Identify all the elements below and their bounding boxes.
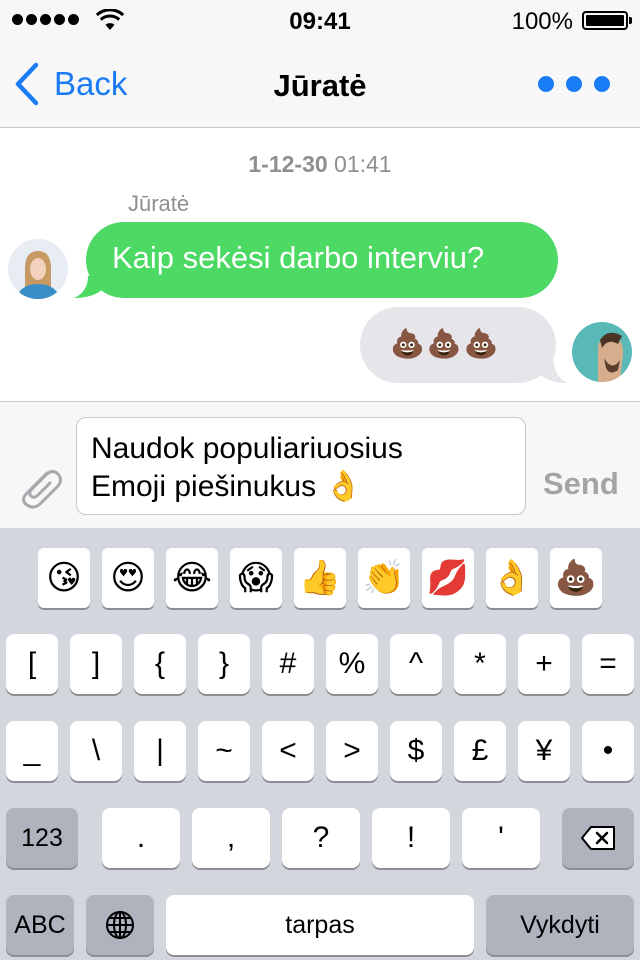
navigation-bar: Back Jūratė	[0, 40, 640, 128]
globe-key[interactable]	[86, 895, 154, 955]
emoji-key[interactable]: 😍	[102, 548, 154, 608]
paperclip-icon[interactable]	[14, 460, 64, 510]
more-dot-icon	[594, 76, 610, 92]
more-dot-icon	[566, 76, 582, 92]
symbol-key[interactable]: _	[6, 721, 58, 781]
emoji-key[interactable]: 👌	[486, 548, 538, 608]
outgoing-message-bubble[interactable]: 💩💩💩	[360, 307, 568, 383]
emoji-key[interactable]: 👏	[358, 548, 410, 608]
symbol-key[interactable]: =	[582, 634, 634, 694]
symbol-key[interactable]: }	[198, 634, 250, 694]
punctuation-key[interactable]: '	[462, 808, 540, 868]
emoji-key[interactable]: 😘	[38, 548, 90, 608]
message-input[interactable]: Naudok populiariuosius Emoji piešinukus …	[76, 417, 526, 515]
punctuation-key[interactable]: ,	[192, 808, 270, 868]
backspace-icon	[581, 826, 615, 850]
more-dot-icon	[538, 76, 554, 92]
symbol-key[interactable]: {	[134, 634, 186, 694]
outgoing-message-text: 💩💩💩	[390, 328, 501, 359]
message-timestamp: 1-12-30 01:41	[0, 151, 640, 178]
symbol-key[interactable]: >	[326, 721, 378, 781]
abc-key[interactable]: ABC	[6, 895, 74, 955]
battery-icon	[582, 11, 632, 30]
symbol-key[interactable]: •	[582, 721, 634, 781]
symbol-key[interactable]: £	[454, 721, 506, 781]
timestamp-time: 01:41	[334, 151, 392, 177]
symbol-key[interactable]: |	[134, 721, 186, 781]
emoji-symbol-keyboard: 😘 😍 😂 😱 👍 👏 💋 👌 💩 []{} #% ^ * + = _ \ | ~ < > $ £ ¥ • 123.,?! ' ABC…	[0, 528, 640, 960]
symbol-key[interactable]: ¥	[518, 721, 570, 781]
timestamp-date: 1-12-30	[248, 151, 328, 177]
punctuation-key[interactable]: .	[102, 808, 180, 868]
incoming-message-text: Kaip sekėsi darbo interviu?	[112, 240, 485, 275]
numbers-key[interactable]: 123	[6, 808, 78, 868]
symbol-key[interactable]: ^	[390, 634, 442, 694]
punctuation-key[interactable]: !	[372, 808, 450, 868]
symbol-key[interactable]: [	[6, 634, 58, 694]
incoming-message-bubble[interactable]: Kaip sekėsi darbo interviu?	[74, 222, 558, 298]
globe-icon	[106, 911, 134, 939]
user-avatar[interactable]	[572, 322, 632, 382]
symbol-key[interactable]: *	[454, 634, 506, 694]
more-options-button[interactable]	[538, 76, 610, 92]
emoji-key[interactable]: 😱	[230, 548, 282, 608]
sender-name: Jūratė	[128, 191, 190, 216]
delete-key[interactable]	[562, 808, 634, 868]
symbol-key[interactable]: %	[326, 634, 378, 694]
punctuation-key[interactable]: ?	[282, 808, 360, 868]
symbol-key[interactable]: #	[262, 634, 314, 694]
symbol-key[interactable]: \	[70, 721, 122, 781]
message-list[interactable]: 1-12-30 01:41 Jūratė Kaip sekėsi darbo i…	[0, 129, 640, 401]
battery-percentage: 100%	[511, 8, 573, 35]
symbol-key[interactable]: ~	[198, 721, 250, 781]
message-composer: Naudok populiariuosius Emoji piešinukus …	[0, 401, 640, 528]
symbol-key[interactable]: ]	[70, 634, 122, 694]
contact-avatar[interactable]	[8, 239, 68, 299]
symbol-key[interactable]: +	[518, 634, 570, 694]
send-button[interactable]: Send	[543, 466, 619, 502]
emoji-key[interactable]: 😂	[166, 548, 218, 608]
symbol-key[interactable]: $	[390, 721, 442, 781]
symbol-key[interactable]: <	[262, 721, 314, 781]
emoji-key[interactable]: 💋	[422, 548, 474, 608]
space-bar[interactable]: tarpas	[166, 895, 474, 955]
emoji-key[interactable]: 💩	[550, 548, 602, 608]
return-key[interactable]: Vykdyti	[486, 895, 634, 955]
status-bar: 09:41 100%	[0, 0, 640, 40]
emoji-key[interactable]: 👍	[294, 548, 346, 608]
